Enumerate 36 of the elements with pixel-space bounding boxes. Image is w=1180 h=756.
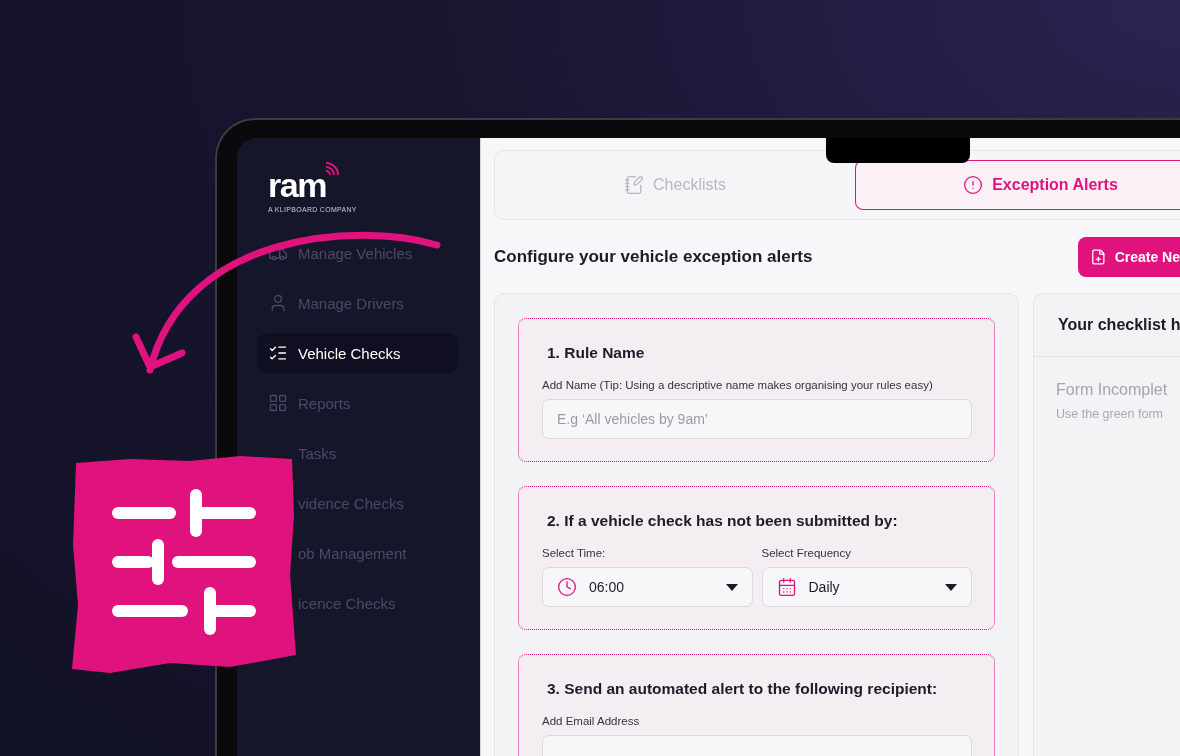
file-plus-icon (1090, 247, 1107, 267)
field-label: Select Frequency (761, 547, 852, 559)
panel-title: Your checklist h (1034, 294, 1180, 357)
tab[interactable]: Exception Alerts (855, 160, 1180, 210)
signal-icon (324, 162, 339, 176)
logo: ram (268, 168, 326, 202)
select-field[interactable]: 06:00 (542, 567, 753, 607)
status-text: Form Incomplet (1056, 381, 1169, 399)
page-heading: Configure your vehicle exception alerts (494, 247, 813, 267)
grid-icon (268, 393, 288, 413)
section-title: 3. Send an automated alert to the following recipient: (547, 679, 939, 699)
tab[interactable]: Checklists (495, 151, 855, 219)
notebook-icon (624, 175, 645, 195)
section-title: 1. Rule Name (547, 343, 646, 363)
nav-item[interactable]: Vehicle Checks (257, 333, 458, 373)
caret-icon (725, 583, 738, 591)
caret-icon (945, 583, 957, 591)
nav-item[interactable]: icence Checks (298, 583, 396, 623)
input-field[interactable]: E.g ‘All vehicles by 9am’ (542, 399, 972, 439)
clock-icon (557, 577, 577, 597)
create-button[interactable]: Create Ne (1078, 237, 1180, 277)
field-label: Add Email Address (542, 715, 641, 727)
calendar-icon (776, 577, 797, 597)
nav-item[interactable]: vidence Checks (298, 483, 404, 523)
nav-item[interactable]: Manage Drivers (257, 283, 458, 323)
section-title: 2. If a vehicle check has not been submitted by: (547, 511, 899, 531)
alert-icon (963, 175, 984, 195)
hint-text: Use the green form (1056, 407, 1164, 421)
nav-item[interactable]: Reports (257, 383, 458, 423)
nav-item[interactable]: ob Management (298, 533, 407, 573)
select-field[interactable]: Daily (761, 567, 972, 607)
nav-item[interactable]: Tasks (298, 433, 337, 473)
field-label: Add Name (Tip: Using a descriptive name makes organising your rules easy) (542, 379, 934, 391)
checklist-icon (268, 343, 288, 363)
field-label: Select Time: (542, 547, 607, 559)
nav-item[interactable]: Manage Vehicles (257, 233, 458, 273)
